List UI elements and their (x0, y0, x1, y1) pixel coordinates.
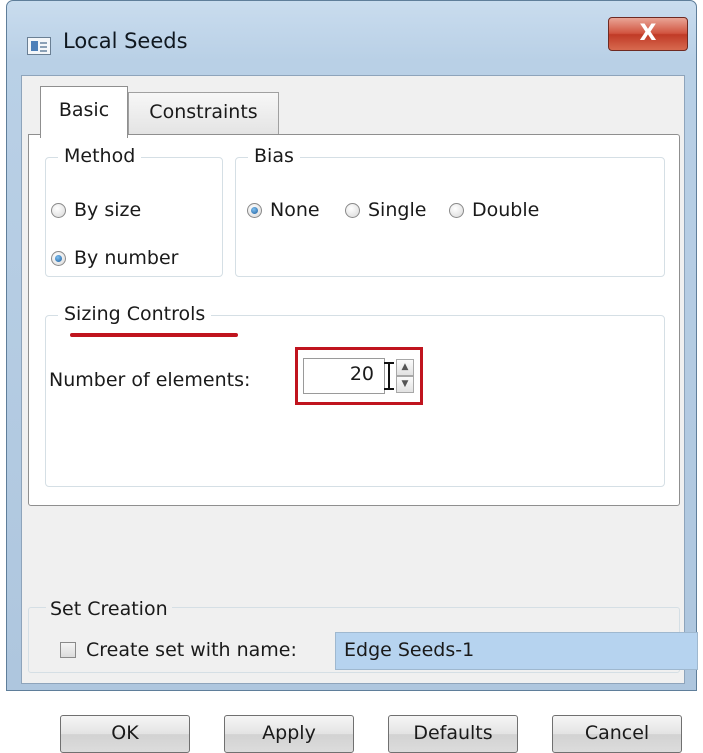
single-label: Single (368, 199, 427, 221)
by-size-radio-icon[interactable] (51, 203, 66, 218)
by-size-label: By size (74, 199, 142, 221)
close-icon: X (639, 21, 657, 46)
by-number-radio-icon[interactable] (51, 251, 66, 266)
by-number-highlight-underline (70, 333, 238, 337)
spin-up-icon[interactable]: ▲ (396, 359, 414, 376)
create-set-checkbox[interactable] (60, 642, 76, 658)
dialog-body: Basic Constraints Method By size By numb… (21, 75, 698, 753)
radio-bias-single[interactable]: Single (345, 198, 426, 222)
none-radio-icon[interactable] (247, 203, 262, 218)
method-legend: Method (58, 144, 142, 168)
basic-tab-panel: Method By size By number Bias None Singl… (28, 134, 680, 506)
set-name-input[interactable]: Edge Seeds-1 (335, 632, 698, 670)
create-set-label: Create set with name: (86, 639, 297, 661)
radio-bias-none[interactable]: None (247, 198, 320, 222)
tab-basic[interactable]: Basic (40, 86, 128, 138)
radio-bias-double[interactable]: Double (449, 198, 539, 222)
radio-by-number[interactable]: By number (51, 246, 178, 270)
number-of-elements-input[interactable]: 20 (303, 358, 385, 394)
single-radio-icon[interactable] (345, 203, 360, 218)
radio-by-size[interactable]: By size (51, 198, 141, 222)
tab-constraints[interactable]: Constraints (128, 92, 279, 136)
bias-legend: Bias (248, 144, 300, 168)
double-radio-icon[interactable] (449, 203, 464, 218)
sizing-controls-legend: Sizing Controls (58, 302, 212, 326)
ok-button[interactable]: OK (60, 715, 190, 753)
spin-down-icon[interactable]: ▼ (396, 376, 414, 393)
none-label: None (270, 199, 320, 221)
cancel-button[interactable]: Cancel (552, 715, 682, 753)
number-spinner[interactable]: ▲ ▼ (396, 359, 414, 393)
window-app-icon (27, 37, 51, 55)
local-seeds-dialog: Local Seeds X Basic Constraints Method B… (6, 0, 698, 753)
text-cursor-icon (384, 358, 394, 394)
double-label: Double (472, 199, 540, 221)
defaults-button[interactable]: Defaults (388, 715, 518, 753)
window-title: Local Seeds (63, 29, 188, 53)
apply-button[interactable]: Apply (224, 715, 354, 753)
number-of-elements-label: Number of elements: (49, 369, 251, 391)
by-number-label: By number (74, 247, 179, 269)
title-bar[interactable]: Local Seeds X (7, 1, 696, 79)
set-creation-legend: Set Creation (46, 597, 172, 621)
close-button[interactable]: X (608, 17, 688, 51)
